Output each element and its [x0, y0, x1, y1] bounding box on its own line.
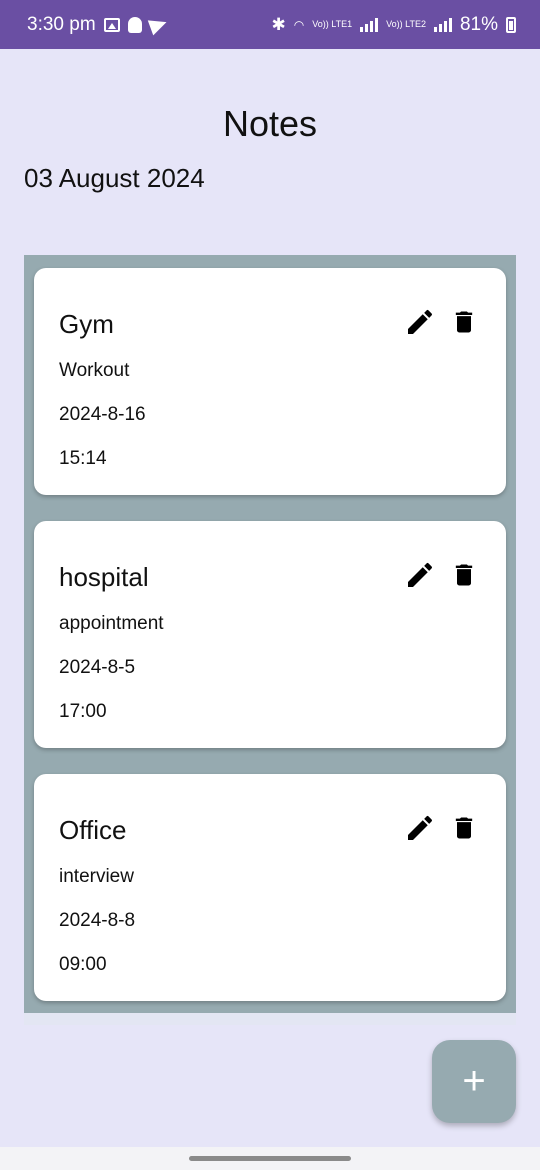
battery-percent: 81%: [459, 13, 498, 35]
status-left: 3:30 pm: [27, 13, 169, 36]
snapchat-icon: [127, 16, 142, 33]
edit-icon[interactable]: [404, 812, 436, 844]
lte2-label: Vo)) LTE2: [386, 19, 426, 29]
note-description: interview: [59, 866, 134, 887]
image-icon: [103, 17, 120, 32]
add-icon: +: [462, 1059, 486, 1103]
status-bar: 3:30 pm ✱ ◠ Vo)) LTE1 Vo)) LTE2 81%: [0, 0, 540, 49]
notes-list[interactable]: Gym Workout 2024-8-16 15:14 hospital app…: [24, 255, 516, 1025]
note-time: 09:00: [59, 954, 107, 975]
note-title: hospital: [59, 562, 149, 592]
delete-icon[interactable]: [450, 559, 478, 591]
note-description: appointment: [59, 613, 164, 634]
telegram-icon: [147, 14, 169, 35]
note-date: 2024-8-16: [59, 404, 146, 425]
edit-icon[interactable]: [404, 559, 436, 591]
lte1-label: Vo)) LTE1: [312, 19, 353, 29]
note-card[interactable]: Gym Workout 2024-8-16 15:14: [34, 268, 506, 495]
note-card[interactable]: Office interview 2024-8-8 09:00: [34, 774, 506, 1001]
delete-icon[interactable]: [450, 306, 478, 338]
wifi-icon: ◠: [293, 17, 305, 32]
page-title: Notes: [222, 103, 318, 144]
list-footer-strip: [24, 1013, 516, 1025]
note-time: 15:14: [59, 448, 107, 469]
note-title: Gym: [59, 309, 114, 339]
bluetooth-icon: ✱: [271, 14, 286, 34]
note-card[interactable]: hospital appointment 2024-8-5 17:00: [34, 521, 506, 748]
note-date: 2024-8-5: [59, 657, 136, 678]
navigation-bar: [0, 1147, 540, 1170]
note-date: 2024-8-8: [59, 910, 136, 931]
home-gesture-handle[interactable]: [189, 1156, 351, 1161]
note-title: Office: [59, 815, 127, 845]
signal-icon: [360, 17, 379, 32]
delete-icon[interactable]: [450, 812, 478, 844]
status-right: ✱ ◠ Vo)) LTE1 Vo)) LTE2 81%: [272, 14, 516, 36]
add-note-button[interactable]: +: [432, 1040, 516, 1123]
note-time: 17:00: [59, 701, 107, 722]
current-date: 03 August 2024: [24, 163, 205, 193]
signal-icon: [433, 17, 452, 32]
status-time: 3:30 pm: [27, 13, 96, 35]
edit-icon[interactable]: [404, 306, 436, 338]
note-description: Workout: [59, 360, 130, 381]
battery-icon: [506, 16, 516, 33]
